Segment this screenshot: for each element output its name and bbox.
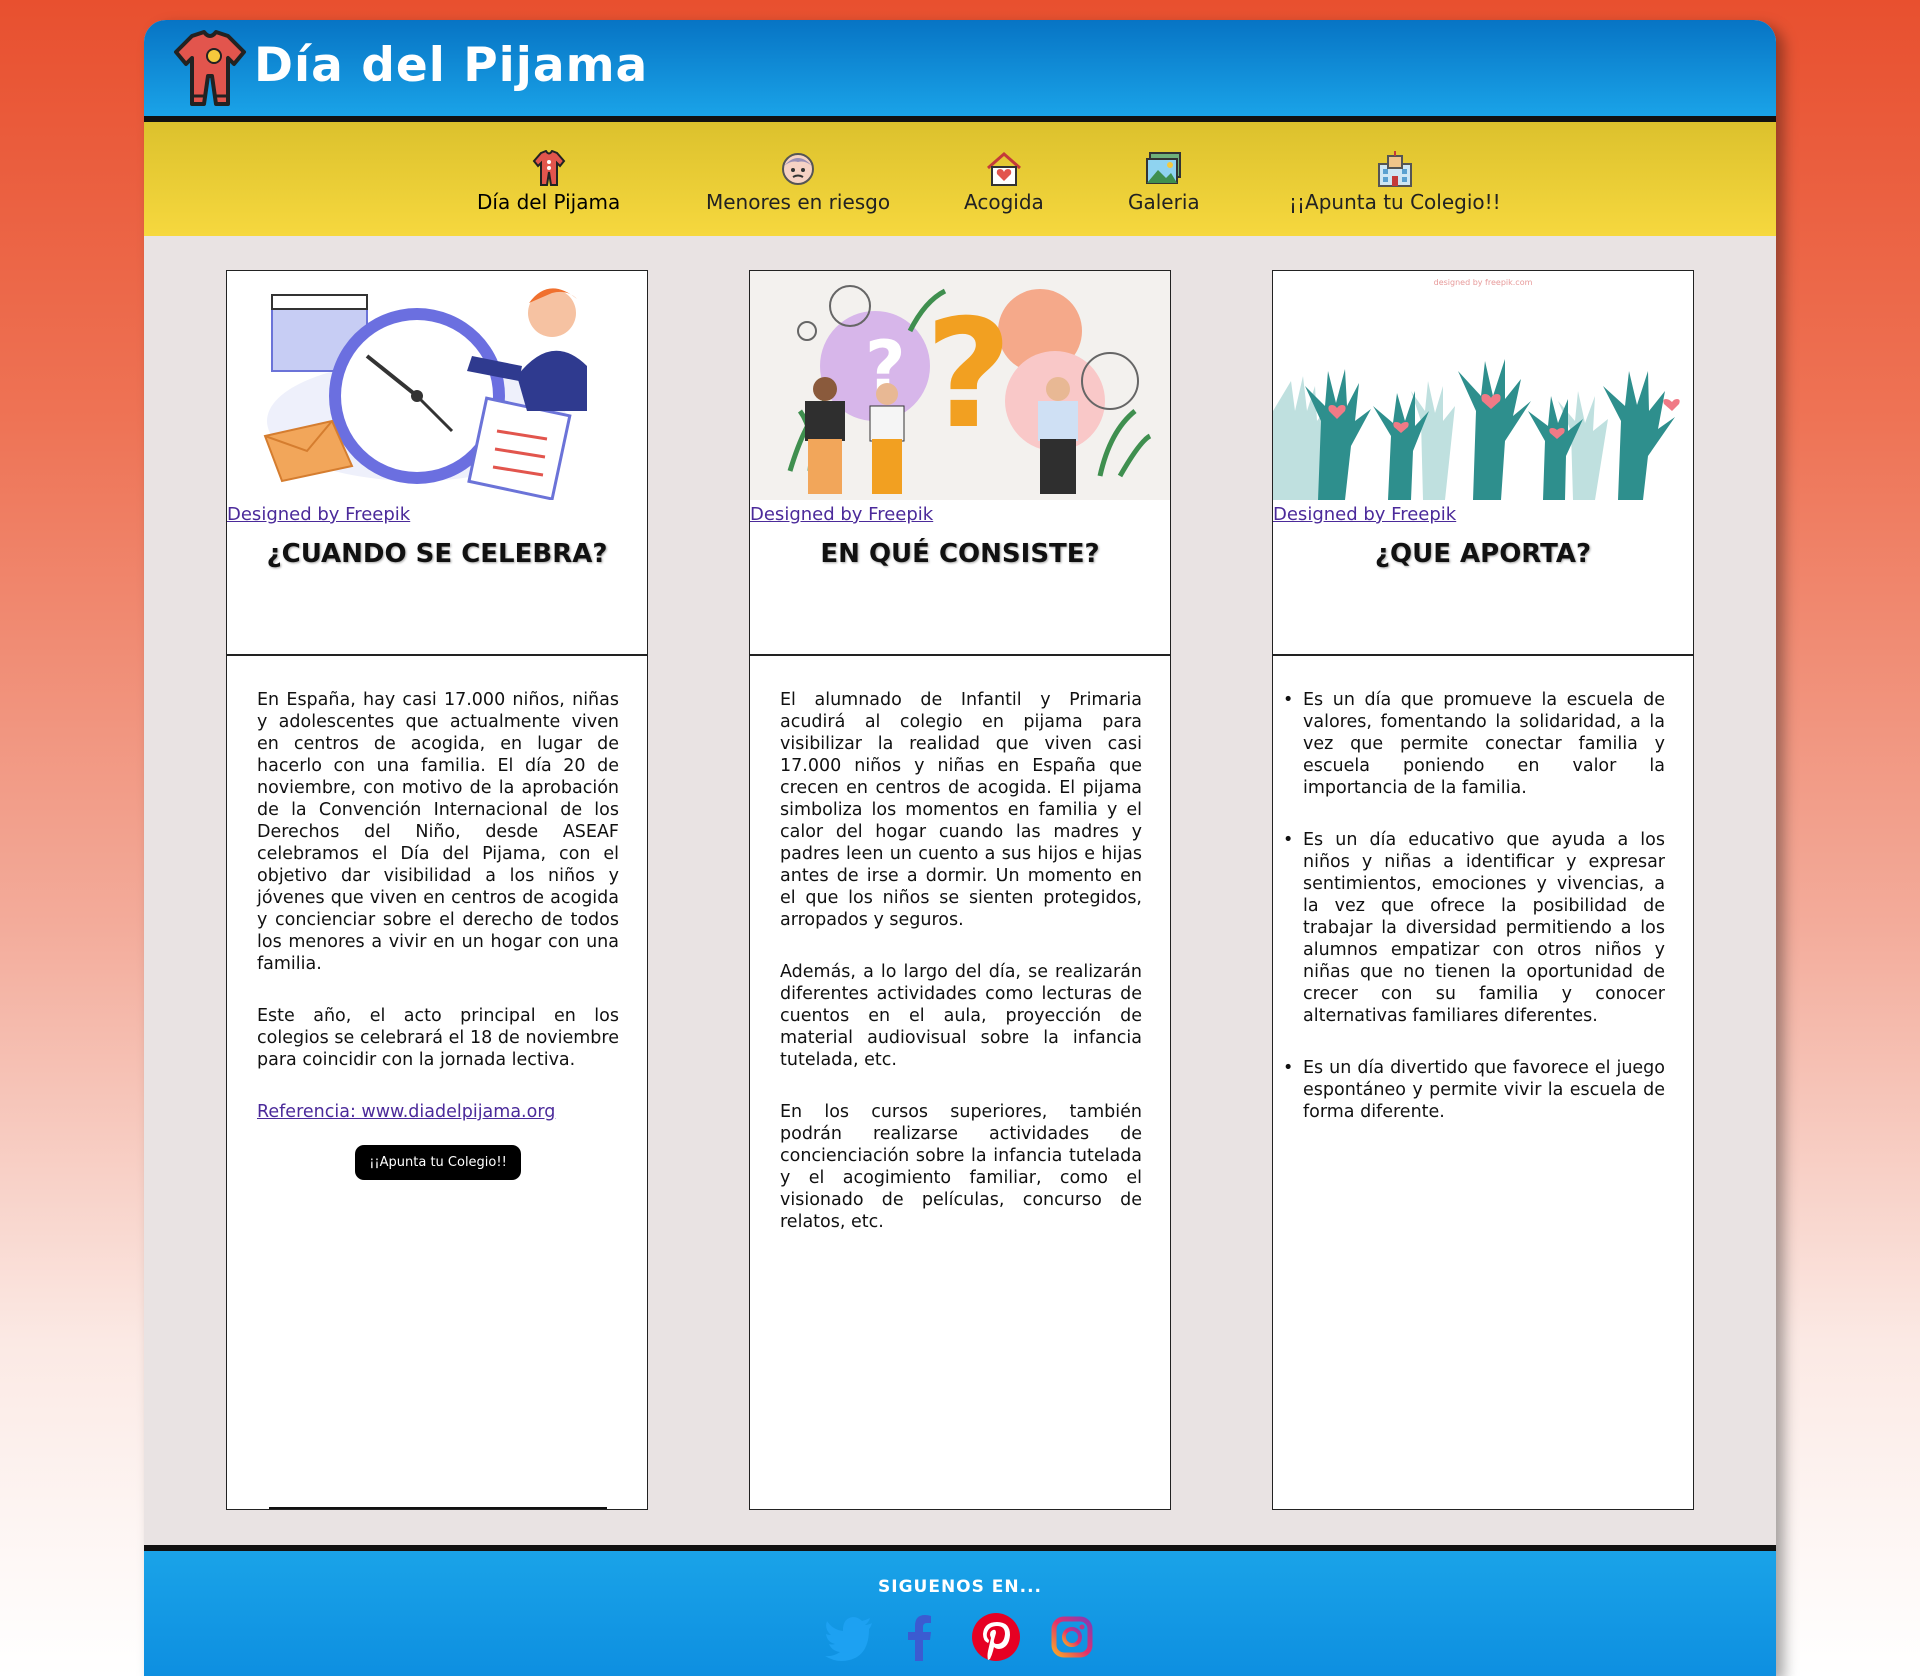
card-cuando-se-celebra: Designed by Freepik ¿CUANDO SE CELEBRA? …	[226, 270, 648, 1510]
site-title: Día del Pijama	[254, 38, 649, 93]
card-paragraph: En España, hay casi 17.000 niños, niñas …	[257, 690, 619, 974]
nav-item-menores-en-riesgo[interactable]: Menores en riesgo	[706, 150, 890, 214]
freepik-credit-link[interactable]: Designed by Freepik	[1273, 504, 1456, 525]
nav-item-acogida[interactable]: Acogida	[964, 150, 1044, 214]
card-title: EN QUÉ CONSISTE?	[820, 539, 1100, 569]
card-title: ¿QUE APORTA?	[1374, 539, 1592, 569]
list-item: Es un día educativo que ayuda a los niño…	[1283, 829, 1665, 1027]
facebook-icon[interactable]	[894, 1611, 946, 1663]
card-body: En España, hay casi 17.000 niños, niñas …	[257, 689, 619, 1180]
card-paragraph: Además, a lo largo del día, se realizará…	[780, 962, 1142, 1070]
nav-item-dia-del-pijama[interactable]: Día del Pijama	[477, 150, 620, 214]
clock-calendar-illustration	[227, 271, 647, 500]
school-building-icon	[1377, 151, 1412, 187]
benefits-list: Es un día que promueve la escuela de val…	[1283, 689, 1665, 1123]
svg-text:?: ?	[925, 288, 1012, 462]
pajama-logo-icon[interactable]	[170, 26, 250, 110]
freepik-credit-link[interactable]: Designed by Freepik	[227, 504, 410, 525]
apunta-colegio-button[interactable]: ¡¡Apunta tu Colegio!!	[355, 1145, 521, 1180]
pajama-icon	[532, 150, 565, 186]
nav-label: Galeria	[1128, 190, 1200, 214]
footer-title: SIGUENOS EN...	[878, 1577, 1042, 1597]
heart-house-icon	[986, 152, 1021, 186]
nav-item-galeria[interactable]: Galeria	[1128, 150, 1200, 214]
freepik-credit-link[interactable]: Designed by Freepik	[750, 504, 933, 525]
site-header: Día del Pijama	[144, 20, 1776, 122]
list-item: Es un día divertido que favorece el jueg…	[1283, 1057, 1665, 1123]
card-header: Designed by Freepik ¿CUANDO SE CELEBRA?	[227, 271, 647, 656]
card-en-que-consiste: ? ? Designed by Freepik EN QUÉ CONSISTE?…	[749, 270, 1171, 1510]
card-body: Es un día que promueve la escuela de val…	[1283, 689, 1665, 1153]
card-header: designed by freepik.com Designed by Free…	[1273, 271, 1693, 656]
card-paragraph: Este año, el acto principal en los coleg…	[257, 1006, 619, 1070]
site-footer: SIGUENOS EN...	[144, 1545, 1776, 1676]
instagram-icon[interactable]	[1046, 1611, 1098, 1663]
card-header: ? ? Designed by Freepik EN QUÉ CONSISTE?	[750, 271, 1170, 656]
list-item: Es un día que promueve la escuela de val…	[1283, 689, 1665, 799]
divider	[269, 1507, 607, 1509]
card-paragraph: En los cursos superiores, también podrán…	[780, 1102, 1142, 1232]
twitter-icon[interactable]	[824, 1611, 876, 1663]
nav-label: Menores en riesgo	[706, 190, 891, 214]
card-title: ¿CUANDO SE CELEBRA?	[266, 539, 608, 569]
child-face-icon	[782, 153, 815, 185]
question-marks-people-illustration: ? ?	[750, 271, 1170, 500]
image-watermark: designed by freepik.com	[1434, 278, 1533, 287]
nav-label: Acogida	[964, 190, 1044, 214]
pinterest-icon[interactable]	[970, 1611, 1022, 1663]
raised-hands-hearts-illustration: designed by freepik.com	[1273, 271, 1693, 500]
card-que-aporta: designed by freepik.com Designed by Free…	[1272, 270, 1694, 1510]
card-paragraph: El alumnado de Infantil y Primaria acudi…	[780, 690, 1142, 930]
nav-label: Día del Pijama	[477, 190, 621, 214]
photo-gallery-icon	[1145, 152, 1181, 184]
nav-item-apunta-tu-colegio[interactable]: ¡¡Apunta tu Colegio!!	[1289, 150, 1501, 214]
card-body: El alumnado de Infantil y Primaria acudi…	[780, 689, 1142, 1263]
main-nav: Día del Pijama Menores en riesgo Acogida	[144, 122, 1776, 236]
nav-label: ¡¡Apunta tu Colegio!!	[1289, 190, 1501, 214]
reference-link[interactable]: Referencia: www.diadelpijama.org	[257, 1102, 555, 1122]
page-container: Día del Pijama Día del Pijama Menores en…	[144, 20, 1776, 1676]
